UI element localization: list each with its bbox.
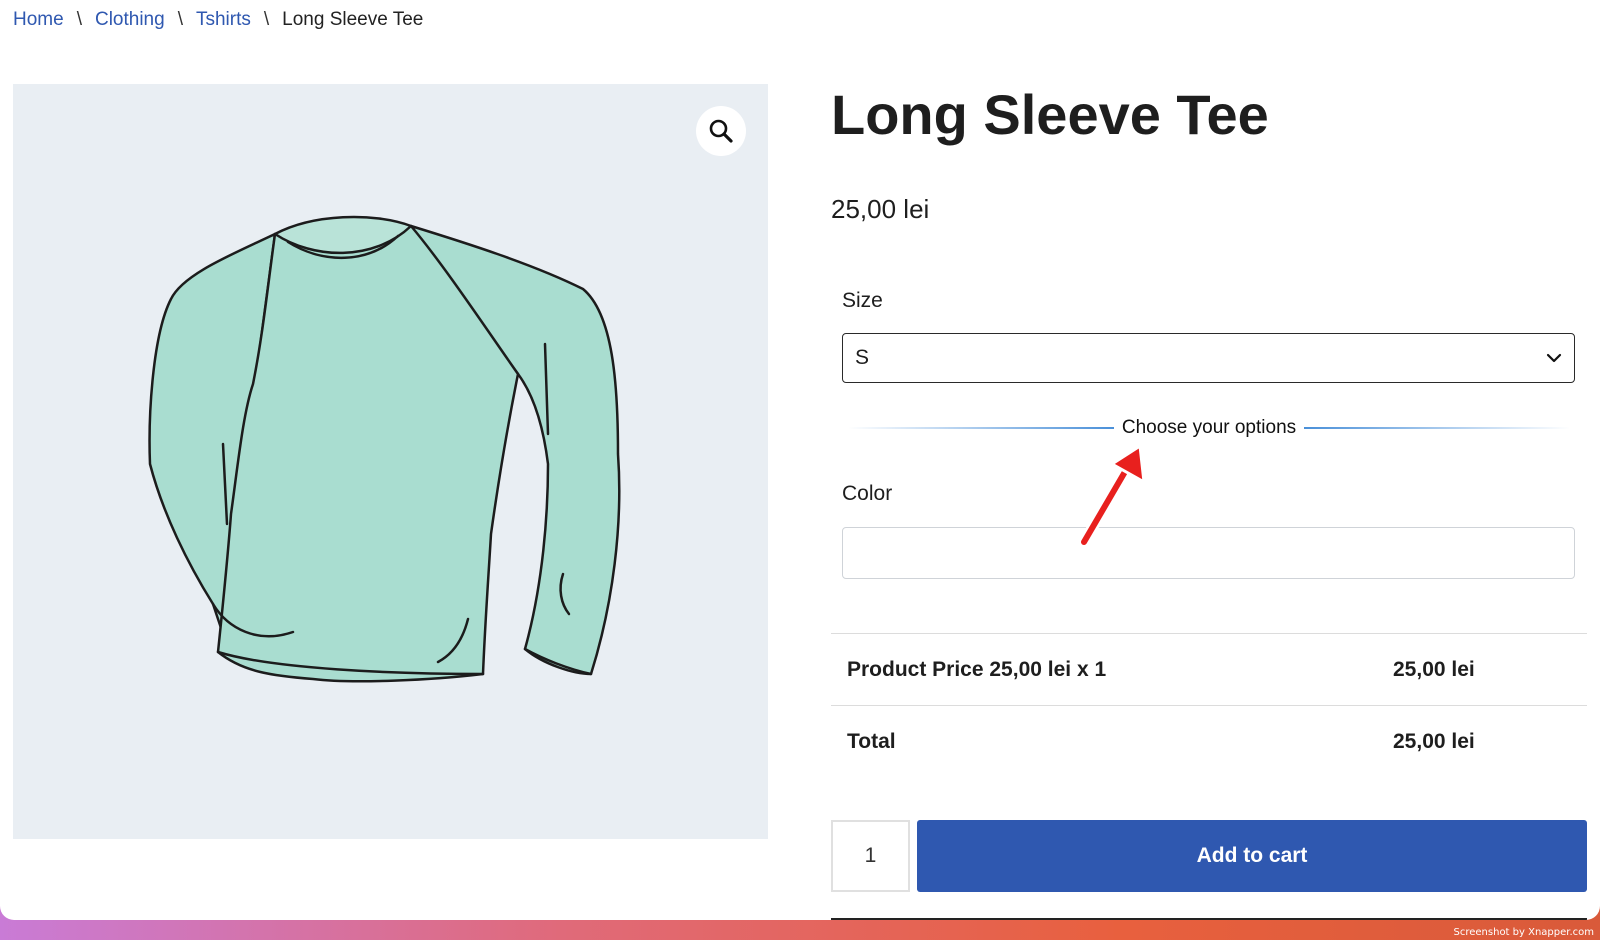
screenshot-credit: Screenshot by Xnapper.com	[1453, 927, 1594, 938]
divider-line	[1304, 427, 1570, 429]
size-selected-value: S	[855, 346, 870, 369]
totals-row-label: Product Price 25,00 lei x 1	[847, 657, 1107, 681]
color-field[interactable]	[842, 527, 1575, 579]
options-divider-text: Choose your options	[1121, 417, 1297, 438]
totals-row-total: Total 25,00 lei	[831, 705, 1587, 777]
quantity-input[interactable]: 1	[831, 820, 910, 892]
chevron-down-icon	[1546, 353, 1562, 363]
breadcrumb-current: Long Sleeve Tee	[282, 9, 424, 30]
add-to-cart-button[interactable]: Add to cart	[917, 820, 1587, 892]
size-label: Size	[842, 289, 883, 312]
price-totals-table: Product Price 25,00 lei x 1 25,00 lei To…	[831, 633, 1587, 777]
totals-row-value: 25,00 lei	[1393, 657, 1475, 681]
product-title: Long Sleeve Tee	[831, 83, 1269, 146]
breadcrumb-home-link[interactable]: Home	[13, 9, 64, 31]
breadcrumb-separator: \	[76, 9, 82, 30]
annotation-arrow-icon	[1078, 444, 1146, 548]
totals-row-product-price: Product Price 25,00 lei x 1 25,00 lei	[831, 633, 1587, 705]
breadcrumb-clothing-link[interactable]: Clothing	[95, 9, 165, 31]
divider-line	[848, 427, 1114, 429]
breadcrumb: Home \ Clothing \ Tshirts \ Long Sleeve …	[13, 9, 423, 31]
totals-row-value: 25,00 lei	[1393, 729, 1475, 753]
magnifier-icon	[709, 119, 733, 143]
options-divider: Choose your options	[848, 416, 1570, 440]
color-label: Color	[842, 482, 893, 505]
breadcrumb-tshirts-link[interactable]: Tshirts	[196, 9, 251, 31]
product-gallery[interactable]	[13, 84, 768, 839]
divider-line	[831, 918, 1587, 920]
size-select[interactable]: S	[842, 333, 1575, 383]
product-image[interactable]	[13, 84, 768, 839]
product-price: 25,00 lei	[831, 194, 930, 224]
browser-window: Home \ Clothing \ Tshirts \ Long Sleeve …	[0, 0, 1600, 920]
totals-row-label: Total	[847, 729, 896, 753]
breadcrumb-separator: \	[177, 9, 183, 30]
zoom-button[interactable]	[696, 106, 746, 156]
breadcrumb-separator: \	[263, 9, 270, 30]
